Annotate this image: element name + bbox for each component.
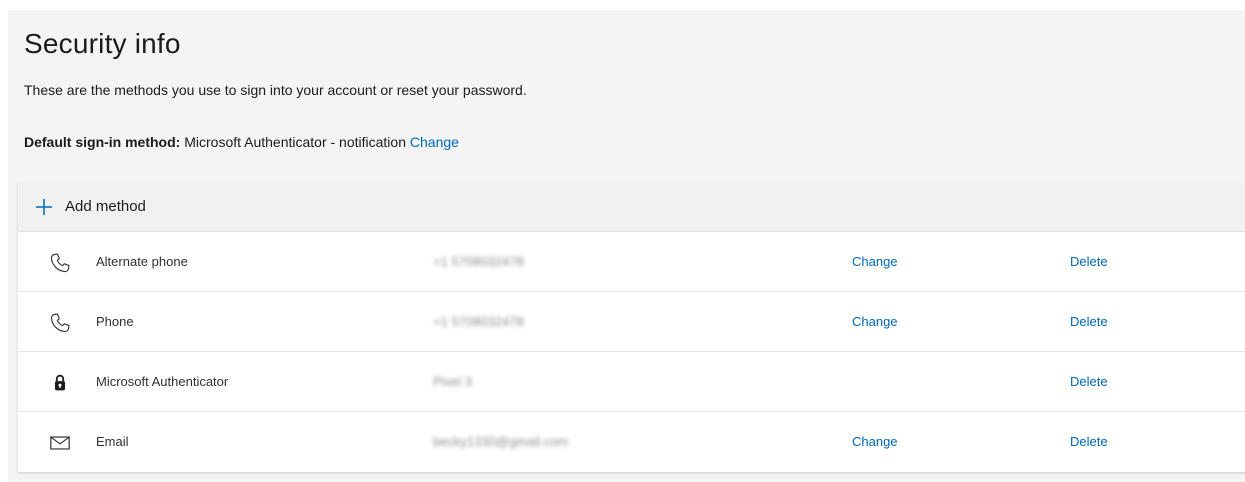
delete-link[interactable]: Delete	[1070, 314, 1108, 329]
method-value: Pixel 3	[433, 374, 473, 389]
page-subtitle: These are the methods you use to sign in…	[24, 82, 527, 98]
change-link[interactable]: Change	[852, 314, 898, 329]
method-name: Email	[96, 434, 129, 449]
default-sign-in-method: Default sign-in method: Microsoft Authen…	[24, 134, 459, 150]
default-sign-in-label: Default sign-in method:	[24, 134, 181, 150]
method-value: +1 5708032478	[433, 314, 524, 329]
default-change-link[interactable]: Change	[410, 134, 459, 150]
delete-link[interactable]: Delete	[1070, 374, 1108, 389]
add-method-button[interactable]: Add method	[18, 182, 1245, 232]
plus-icon	[35, 198, 53, 216]
method-name: Microsoft Authenticator	[96, 374, 229, 389]
methods-card: Add method Alternate phone +1 5708032478 C…	[18, 182, 1245, 472]
change-link[interactable]: Change	[852, 434, 898, 449]
lock-icon	[49, 372, 71, 394]
mail-icon	[49, 432, 71, 454]
security-info-panel: Security info These are the methods you …	[8, 10, 1245, 482]
default-sign-in-value: Microsoft Authenticator - notification	[180, 134, 410, 150]
phone-icon	[49, 312, 71, 334]
delete-link[interactable]: Delete	[1070, 254, 1108, 269]
method-name: Alternate phone	[96, 254, 188, 269]
method-row: Alternate phone +1 5708032478 Change Delete	[18, 232, 1245, 292]
page-title: Security info	[24, 28, 181, 59]
method-value: +1 5708032478	[433, 254, 524, 269]
method-row: Microsoft Authenticator Pixel 3 Delete	[18, 352, 1245, 412]
phone-icon	[49, 252, 71, 274]
method-name: Phone	[96, 314, 134, 329]
delete-link[interactable]: Delete	[1070, 434, 1108, 449]
add-method-label: Add method	[65, 198, 146, 215]
method-row: Phone +1 5708032478 Change Delete	[18, 292, 1245, 352]
change-link[interactable]: Change	[852, 254, 898, 269]
method-value: becky1330@gmail.com	[433, 434, 569, 449]
method-row: Email becky1330@gmail.com Change Delete	[18, 412, 1245, 472]
